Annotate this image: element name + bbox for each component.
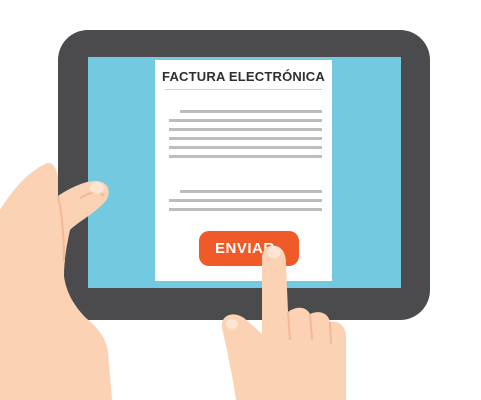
left-thumbnail xyxy=(90,182,104,194)
illustration: FACTURA ELECTRÓNICA ENVIAR xyxy=(0,0,481,400)
right-hand xyxy=(221,245,346,400)
hands-layer xyxy=(0,162,346,400)
index-fingernail xyxy=(267,246,281,258)
finger-crease xyxy=(329,321,332,345)
hand-holding-icon xyxy=(0,162,112,400)
left-hand xyxy=(0,162,112,400)
thumbnail xyxy=(226,319,238,329)
pointing-finger-icon xyxy=(221,245,346,400)
